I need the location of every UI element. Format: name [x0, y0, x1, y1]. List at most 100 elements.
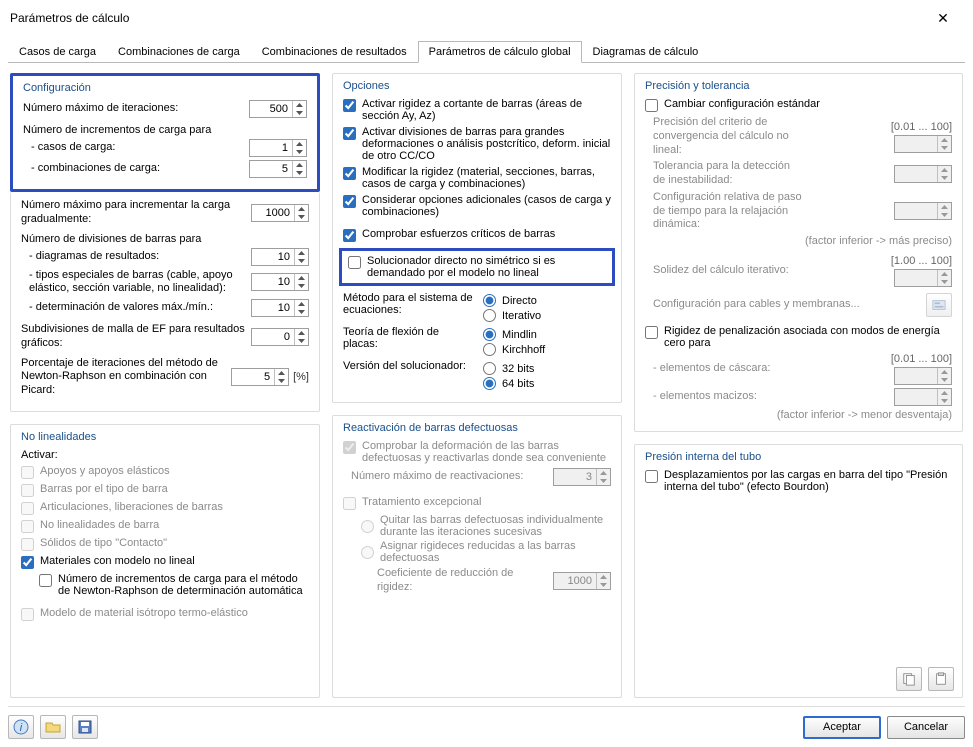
chk-supports — [21, 466, 34, 479]
cancel-button[interactable]: Cancelar — [887, 716, 965, 739]
spin-down — [597, 581, 610, 589]
tab-load-cases[interactable]: Casos de carga — [8, 41, 107, 63]
spin-down[interactable] — [295, 282, 308, 290]
group-title-nonlin: No linealidades — [21, 431, 309, 443]
spin-down[interactable] — [295, 257, 308, 265]
hint-lower-disadvantage: (factor inferior -> menor desventaja) — [645, 409, 952, 421]
tab-load-combinations[interactable]: Combinaciones de carga — [107, 41, 251, 63]
spin-down[interactable] — [293, 109, 306, 117]
paste-icon[interactable] — [928, 667, 954, 691]
input-nr-picard[interactable] — [232, 369, 274, 385]
chk-member-type — [21, 484, 34, 497]
radio-eq-iterative-label: Iterativo — [502, 310, 541, 322]
chk-additional-options-label: Considerar opciones adicionales (casos d… — [362, 194, 611, 218]
spin-up[interactable] — [295, 300, 308, 308]
spin-up — [597, 469, 610, 477]
tab-calc-diagrams[interactable]: Diagramas de cálculo — [582, 41, 710, 63]
chk-nl-materials[interactable] — [21, 556, 34, 569]
chk-member-divisions[interactable] — [343, 127, 356, 140]
spin-up[interactable] — [295, 329, 308, 337]
input-div-det[interactable] — [252, 300, 294, 316]
radio-plate-kirchhoff[interactable] — [483, 343, 496, 356]
label-incr-co: - combinaciones de carga: — [31, 162, 243, 176]
label-coef-reduction: Coeficiente de reducción de rigidez: — [377, 567, 547, 595]
input-pen-shell — [895, 368, 937, 384]
spin-up[interactable] — [293, 101, 306, 109]
label-instability-tol: Tolerancia para la detección de inestabi… — [653, 160, 803, 188]
label-plate-theory: Teoría de flexión de placas: — [343, 326, 473, 358]
chk-modify-stiffness[interactable] — [343, 167, 356, 180]
tab-global-params[interactable]: Parámetros de cálculo global — [418, 41, 582, 63]
copy-icon[interactable] — [896, 667, 922, 691]
spin-down — [938, 211, 951, 219]
spin-down[interactable] — [275, 377, 288, 385]
chk-nonsymmetric-solver[interactable] — [348, 256, 361, 269]
hint-lower-precise: (factor inferior -> más preciso) — [645, 235, 952, 247]
spin-up[interactable] — [295, 274, 308, 282]
input-max-iterations[interactable] — [250, 101, 292, 117]
spin-down — [597, 477, 610, 485]
spin-up — [597, 573, 610, 581]
group-reactivation: Reactivación de barras defectuosas Compr… — [332, 415, 622, 698]
radio-eq-direct[interactable] — [483, 294, 496, 307]
chk-bourdon[interactable] — [645, 470, 658, 483]
input-instability-tol — [895, 166, 937, 182]
spin-down[interactable] — [295, 213, 308, 221]
radio-plate-kirchhoff-label: Kirchhoff — [502, 344, 545, 356]
chk-nr-auto-incr[interactable] — [39, 574, 52, 587]
open-icon[interactable] — [40, 715, 66, 739]
group-config: Configuración Número máximo de iteracion… — [10, 73, 320, 192]
spin-down[interactable] — [293, 169, 306, 177]
spin-up[interactable] — [293, 161, 306, 169]
input-div-diag[interactable] — [252, 249, 294, 265]
spin-up[interactable] — [275, 369, 288, 377]
spin-down — [938, 174, 951, 182]
label-max-gradual: Número máximo para incrementar la carga … — [21, 199, 245, 227]
spin-up[interactable] — [295, 249, 308, 257]
spin-down[interactable] — [295, 308, 308, 316]
input-incr-co[interactable] — [250, 161, 292, 177]
chk-nr-auto-incr-label: Número de incrementos de carga para el m… — [58, 573, 309, 597]
spin-down — [938, 397, 951, 405]
radio-ver-64[interactable] — [483, 377, 496, 390]
chk-shear-stiffness[interactable] — [343, 99, 356, 112]
spin-up[interactable] — [295, 205, 308, 213]
input-div-types[interactable] — [252, 274, 294, 290]
radio-remove-individually — [361, 520, 374, 533]
input-max-gradual[interactable] — [252, 205, 294, 221]
group-title-tube: Presión interna del tubo — [645, 451, 952, 463]
label-incr-lc: - casos de carga: — [31, 141, 243, 155]
chk-change-standard[interactable] — [645, 99, 658, 112]
label-div-det: - determinación de valores máx./mín.: — [29, 301, 245, 315]
chk-modify-stiffness-label: Modificar la rigidez (material, seccione… — [362, 166, 611, 190]
close-icon[interactable]: ✕ — [923, 6, 963, 30]
group-tube-pressure: Presión interna del tubo Desplazamientos… — [634, 444, 963, 698]
spin-up[interactable] — [293, 140, 306, 148]
chk-critical-forces[interactable] — [343, 229, 356, 242]
spin-down — [938, 376, 951, 384]
unit-percent: [%] — [293, 371, 309, 383]
label-nr-picard: Porcentaje de iteraciones del método de … — [21, 357, 225, 398]
tab-result-combinations[interactable]: Combinaciones de resultados — [251, 41, 418, 63]
radio-plate-mindlin[interactable] — [483, 328, 496, 341]
input-max-react — [554, 469, 596, 485]
spin-up — [938, 136, 951, 144]
save-icon[interactable] — [72, 715, 98, 739]
radio-eq-iterative[interactable] — [483, 309, 496, 322]
spin-down[interactable] — [293, 148, 306, 156]
chk-penalty-stiffness[interactable] — [645, 326, 658, 339]
radio-ver-64-label: 64 bits — [502, 378, 534, 390]
spin-down[interactable] — [295, 337, 308, 345]
radio-reduced-stiffness-label: Asignar rigideces reducidas a las barras… — [380, 540, 611, 564]
chk-exceptional — [343, 497, 356, 510]
accept-button[interactable]: Aceptar — [803, 716, 881, 739]
label-eq-method: Método para el sistema de ecuaciones: — [343, 292, 473, 324]
input-fe-sub[interactable] — [252, 329, 294, 345]
input-incr-lc[interactable] — [250, 140, 292, 156]
label-dyn-relax: Configuración relativa de paso de tiempo… — [653, 191, 803, 232]
help-icon[interactable]: i — [8, 715, 34, 739]
group-config-ext: Número máximo para incrementar la carga … — [10, 192, 320, 412]
radio-ver-32[interactable] — [483, 362, 496, 375]
input-dyn-relax — [895, 203, 937, 219]
chk-additional-options[interactable] — [343, 195, 356, 208]
